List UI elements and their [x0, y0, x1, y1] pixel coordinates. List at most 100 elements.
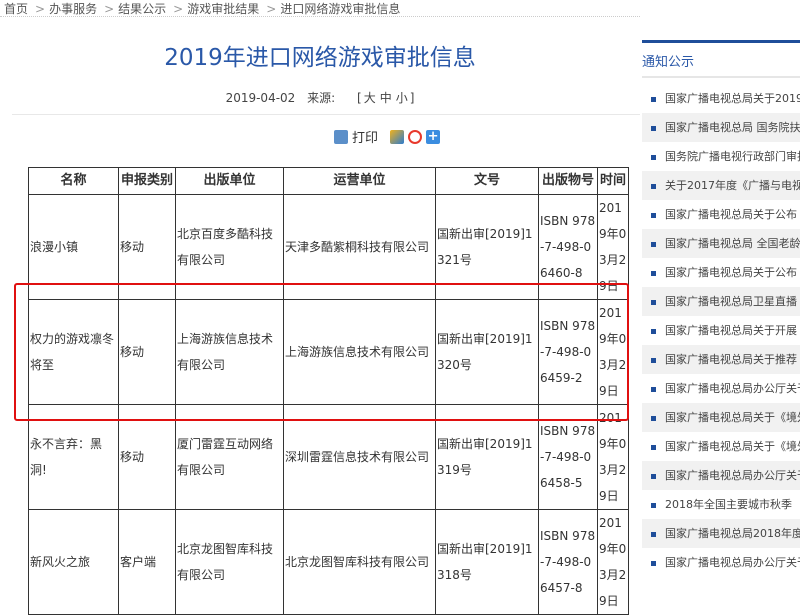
share-k-icon[interactable]: [390, 129, 405, 144]
notice-item[interactable]: 国家广播电视总局关于《境外: [642, 432, 800, 461]
notice-item[interactable]: 国家广播电视总局关于推荐: [642, 345, 800, 374]
bullet-icon: [651, 415, 656, 421]
table-cell: 浪漫小镇: [28, 194, 119, 300]
notice-link[interactable]: 国家广播电视总局 全国老龄: [665, 237, 800, 250]
bullet-icon: [651, 241, 656, 247]
notice-item[interactable]: 国家广播电视总局关于公布: [642, 258, 800, 287]
bullet-icon: [651, 183, 656, 189]
breadcrumb-separator: >: [35, 2, 46, 16]
table-cell: 北京龙图智库科技有限公司: [283, 509, 436, 615]
notice-link[interactable]: 国家广播电视总局关于公布: [665, 208, 797, 221]
notice-item[interactable]: 国家广播电视总局关于《境外: [642, 403, 800, 432]
source-label: 来源:: [307, 91, 336, 105]
bracket: [: [357, 91, 362, 105]
bullet-icon: [651, 299, 656, 305]
notice-item[interactable]: 国家广播电视总局关于开展: [642, 316, 800, 345]
print-button[interactable]: 打印: [352, 127, 378, 146]
breadcrumb-link[interactable]: 结果公示: [118, 2, 166, 16]
font-size-medium[interactable]: 中: [380, 91, 392, 105]
table-cell: ISBN 978-7-498-06459-2: [538, 299, 598, 405]
notice-item[interactable]: 国家广播电视总局 国务院扶贫: [642, 113, 800, 142]
bullet-icon: [651, 473, 656, 479]
bullet-icon: [651, 386, 656, 392]
column-header: 文号: [435, 167, 539, 195]
approval-table: 名称 申报类别 出版单位 运营单位 文号 出版物号 时间 浪漫小镇 移动 北京百度多酷科技有限公…: [28, 167, 629, 615]
notice-link[interactable]: 国家广播电视总局关于《境外: [665, 440, 800, 453]
share-toolbar: 打印 +: [334, 127, 441, 146]
bullet-icon: [651, 502, 656, 508]
bullet-icon: [651, 154, 656, 160]
notice-link[interactable]: 国家广播电视总局关于2019: [665, 92, 800, 105]
notice-item[interactable]: 国家广播电视总局办公厅关于: [642, 461, 800, 490]
breadcrumb-link[interactable]: 办事服务: [49, 2, 97, 16]
column-header: 出版物号: [538, 167, 598, 195]
breadcrumb-link[interactable]: 进口网络游戏审批信息: [280, 2, 400, 16]
bullet-icon: [651, 125, 656, 131]
notice-item[interactable]: 国家广播电视总局办公厅关于: [642, 548, 800, 577]
notice-item[interactable]: 国家广播电视总局2018年度: [642, 519, 800, 548]
notice-link[interactable]: 国家广播电视总局关于推荐: [665, 353, 797, 366]
notice-link[interactable]: 国务院广播电视行政部门审批: [665, 150, 800, 163]
table-row: 浪漫小镇 移动 北京百度多酷科技有限公司 天津多酷紫桐科技有限公司 国新出审[2019]…: [28, 194, 629, 300]
breadcrumb-link[interactable]: 首页: [4, 2, 28, 16]
notice-link[interactable]: 国家广播电视总局办公厅关于: [665, 469, 800, 482]
notice-link[interactable]: 国家广播电视总局关于公布: [665, 266, 797, 279]
notice-item[interactable]: 国家广播电视总局办公厅关于: [642, 374, 800, 403]
bullet-icon: [651, 328, 656, 334]
page-title: 2019年进口网络游戏审批信息: [164, 45, 476, 71]
divider: [0, 16, 640, 17]
table-cell: 厦门雷霆互动网络有限公司: [175, 404, 284, 510]
notice-item[interactable]: 关于2017年度《广播与电视: [642, 171, 800, 200]
table-cell: 永不言弃：黑洞!: [28, 404, 119, 510]
publish-date: 2019-04-02: [225, 91, 296, 105]
breadcrumb-link[interactable]: 游戏审批结果: [187, 2, 259, 16]
notice-item[interactable]: 国家广播电视总局卫星直播: [642, 287, 800, 316]
column-header: 出版单位: [175, 167, 284, 195]
notice-link[interactable]: 国家广播电视总局2018年度: [665, 527, 800, 540]
bullet-icon: [651, 270, 656, 276]
table-cell: 新风火之旅: [28, 509, 119, 615]
printer-icon[interactable]: [334, 129, 348, 144]
table-cell: 客户端: [118, 509, 176, 615]
column-header: 运营单位: [283, 167, 436, 195]
bullet-icon: [651, 560, 656, 566]
notice-link[interactable]: 国家广播电视总局办公厅关于: [665, 382, 800, 395]
notice-item[interactable]: 国务院广播电视行政部门审批: [642, 142, 800, 171]
notice-link[interactable]: 国家广播电视总局关于开展: [665, 324, 797, 337]
table-row: 永不言弃：黑洞! 移动 厦门雷霆互动网络有限公司 深圳雷霆信息技术有限公司 国新出审[2…: [28, 404, 629, 510]
column-header: 名称: [28, 167, 119, 195]
notice-item[interactable]: 2018年全国主要城市秋季: [642, 490, 800, 519]
font-size-small[interactable]: 小: [396, 91, 408, 105]
bullet-icon: [651, 212, 656, 218]
table-cell: 权力的游戏凛冬将至: [28, 299, 119, 405]
breadcrumb-separator: >: [173, 2, 184, 16]
font-size-large[interactable]: 大: [364, 91, 376, 105]
column-header: 申报类别: [118, 167, 176, 195]
notice-item[interactable]: 国家广播电视总局关于2019: [642, 84, 800, 113]
weibo-icon[interactable]: [408, 129, 423, 144]
table-cell: 2019年03月29日: [597, 404, 629, 510]
table-cell: 国新出审[2019]1318号: [435, 509, 539, 615]
breadcrumb-separator: >: [266, 2, 277, 16]
table-cell: ISBN 978-7-498-06457-8: [538, 509, 598, 615]
table-cell: 国新出审[2019]1319号: [435, 404, 539, 510]
notice-link[interactable]: 国家广播电视总局关于《境外: [665, 411, 800, 424]
table-cell: 移动: [118, 404, 176, 510]
notice-link[interactable]: 国家广播电视总局 国务院扶贫: [665, 121, 800, 134]
notice-item[interactable]: 国家广播电视总局 全国老龄: [642, 229, 800, 258]
table-cell: 上海游族信息技术有限公司: [283, 299, 436, 405]
table-cell: 北京百度多酷科技有限公司: [175, 194, 284, 300]
table-cell: ISBN 978-7-498-06460-8: [538, 194, 598, 300]
bullet-icon: [651, 531, 656, 537]
plus-share-icon[interactable]: +: [426, 129, 441, 144]
notice-link[interactable]: 国家广播电视总局办公厅关于: [665, 556, 800, 569]
article-meta: 2019-04-02 来源: [大中小]: [0, 89, 640, 106]
notice-link[interactable]: 关于2017年度《广播与电视: [665, 179, 800, 192]
divider: [12, 114, 640, 115]
table-cell: 移动: [118, 194, 176, 300]
sidebar-title: 通知公示: [642, 43, 800, 78]
breadcrumb: 首页 > 办事服务 > 结果公示 > 游戏审批结果 > 进口网络游戏审批信息: [4, 0, 403, 17]
notice-link[interactable]: 国家广播电视总局卫星直播: [665, 295, 797, 308]
notice-item[interactable]: 国家广播电视总局关于公布: [642, 200, 800, 229]
notice-link[interactable]: 2018年全国主要城市秋季: [665, 498, 792, 511]
